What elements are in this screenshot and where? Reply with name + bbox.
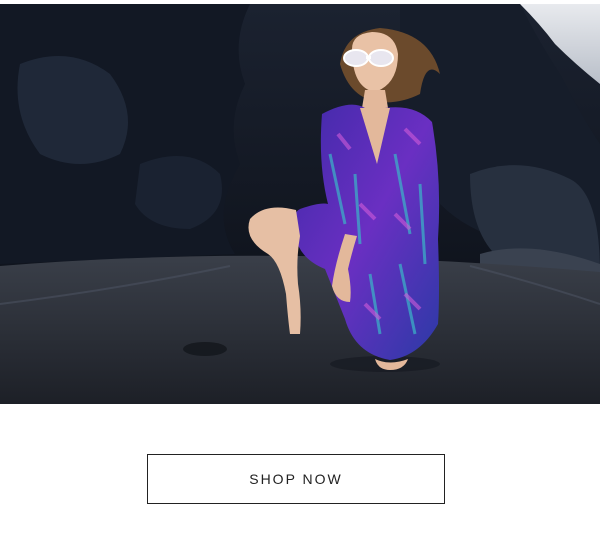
- hero-photo: [0, 4, 600, 404]
- hero-image[interactable]: [0, 4, 600, 404]
- email-page: SHOP NOW: [0, 0, 600, 558]
- shop-now-label: SHOP NOW: [249, 471, 343, 487]
- shop-now-button[interactable]: SHOP NOW: [147, 454, 445, 504]
- cta-section: SHOP NOW: [0, 404, 600, 558]
